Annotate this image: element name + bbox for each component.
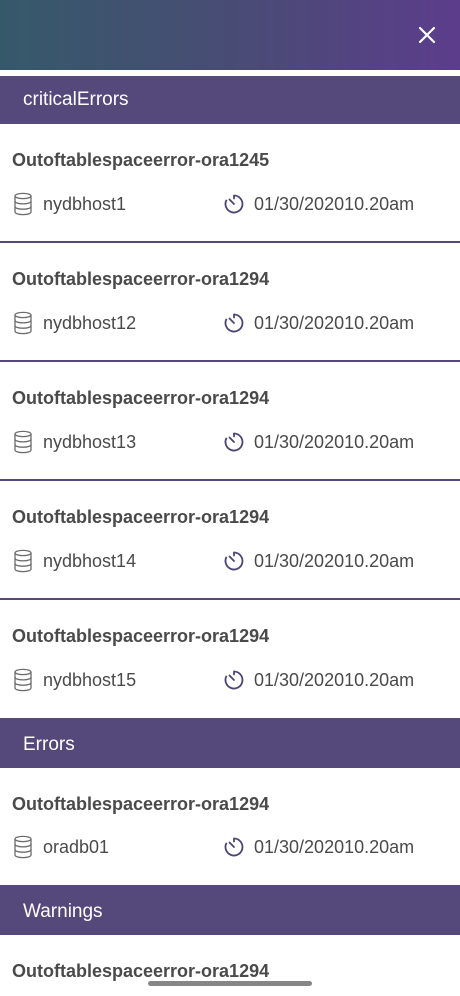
timer-icon [223, 549, 245, 573]
timer-icon [223, 311, 245, 335]
alert-item[interactable]: Outoftablespaceerror-ora1294 nydbhost12 … [0, 243, 460, 362]
alert-host: oradb01 [12, 835, 109, 859]
alert-host: nydbhost13 [12, 430, 136, 454]
alert-title: Outoftablespaceerror-ora1245 [12, 150, 270, 170]
alert-title: Outoftablespaceerror-ora1294 [12, 961, 270, 981]
alert-title: Outoftablespaceerror-ora1294 [12, 626, 270, 646]
close-icon[interactable] [418, 26, 436, 44]
timer-icon [223, 192, 245, 216]
database-icon [12, 430, 34, 454]
alert-host: nydbhost1 [12, 192, 126, 216]
timestamp: 01/30/202010.20am [254, 431, 415, 452]
alert-host: nydbhost14 [12, 549, 136, 573]
alert-time: 01/30/202010.20am [223, 668, 414, 692]
host-name: nydbhost13 [43, 431, 137, 452]
timer-icon [223, 668, 245, 692]
host-name: nydbhost14 [43, 550, 137, 571]
timer-icon [223, 430, 245, 454]
alert-title: Outoftablespaceerror-ora1294 [12, 507, 270, 527]
top-bar [0, 0, 460, 70]
alert-host: nydbhost15 [12, 668, 136, 692]
alert-title: Outoftablespaceerror-ora1294 [12, 269, 270, 289]
alert-item[interactable]: Outoftablespaceerror-ora1294 nydbhost13 … [0, 362, 460, 481]
alert-time: 01/30/202010.20am [223, 835, 414, 859]
database-icon [12, 192, 34, 216]
section-header-warnings: Warnings [0, 885, 460, 935]
alert-time: 01/30/202010.20am [223, 549, 414, 573]
host-name: nydbhost15 [43, 669, 137, 690]
alert-title: Outoftablespaceerror-ora1294 [12, 388, 270, 408]
alert-item[interactable]: Outoftablespaceerror-ora1294 oradb01 01/… [0, 768, 460, 885]
alert-time: 01/30/202010.20am [223, 430, 414, 454]
alert-item[interactable]: Outoftablespaceerror-ora1294 nydbhost14 … [0, 481, 460, 600]
database-icon [12, 835, 34, 859]
home-indicator [148, 981, 312, 986]
alert-item[interactable]: Outoftablespaceerror-ora1294 nydbhost15 … [0, 600, 460, 718]
alert-host: nydbhost12 [12, 311, 136, 335]
host-name: nydbhost12 [43, 312, 137, 333]
alert-time: 01/30/202010.20am [223, 192, 414, 216]
timestamp: 01/30/202010.20am [254, 312, 415, 333]
alert-title: Outoftablespaceerror-ora1294 [12, 794, 270, 814]
close-button[interactable] [412, 20, 442, 50]
host-name: nydbhost1 [43, 193, 127, 214]
alert-item[interactable]: Outoftablespaceerror-ora1245 nydbhost1 0… [0, 124, 460, 243]
host-name: oradb01 [43, 836, 110, 857]
database-icon [12, 668, 34, 692]
alert-item[interactable]: Outoftablespaceerror-ora1294 [0, 935, 460, 996]
database-icon [12, 311, 34, 335]
timestamp: 01/30/202010.20am [254, 193, 415, 214]
timestamp: 01/30/202010.20am [254, 550, 415, 571]
section-header-errors: Errors [0, 718, 460, 768]
alert-time: 01/30/202010.20am [223, 311, 414, 335]
timer-icon [223, 835, 245, 859]
database-icon [12, 549, 34, 573]
timestamp: 01/30/202010.20am [254, 669, 415, 690]
timestamp: 01/30/202010.20am [254, 836, 415, 857]
section-header-critical-errors: criticalErrors [0, 76, 460, 124]
